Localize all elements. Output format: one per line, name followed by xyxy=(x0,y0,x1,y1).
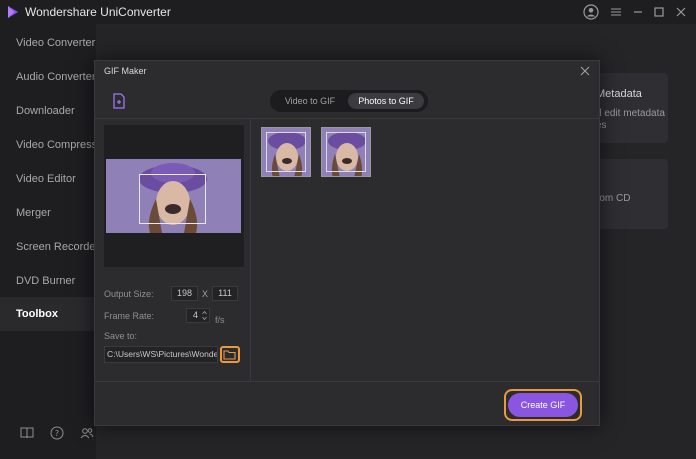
frame-rate-stepper[interactable]: 4 xyxy=(186,308,210,323)
gif-maker-dialog: GIF Maker Video to GIF Photos to GIF Out… xyxy=(94,60,600,426)
output-height-input[interactable]: 111 xyxy=(212,286,238,301)
tab-photos-to-gif[interactable]: Photos to GIF xyxy=(348,93,424,109)
save-path-field[interactable]: C:\Users\WS\Pictures\Wonde xyxy=(104,346,218,363)
panel-divider xyxy=(250,118,251,381)
sidebar-item-merger[interactable]: Merger xyxy=(0,196,96,230)
frame-rate-value: 4 xyxy=(193,310,199,320)
browse-folder-button[interactable] xyxy=(220,346,240,363)
cd-ripper-tool-card[interactable]: r rom CD xyxy=(596,159,668,229)
cd-card-desc: rom CD xyxy=(596,193,631,204)
maximize-icon[interactable] xyxy=(650,3,668,21)
thumbnail-crop-frame xyxy=(326,132,366,172)
user-icon[interactable] xyxy=(582,3,600,21)
sidebar-item-toolbox[interactable]: Toolbox xyxy=(0,297,96,331)
community-icon[interactable] xyxy=(80,426,94,440)
menu-icon[interactable] xyxy=(607,3,625,21)
sidebar-item-dvd-burner[interactable]: DVD Burner xyxy=(0,264,96,298)
stepper-arrows-icon[interactable] xyxy=(202,310,207,321)
sidebar-item-downloader[interactable]: Downloader xyxy=(0,94,96,128)
size-separator: X xyxy=(202,289,209,299)
sidebar-item-video-compressor[interactable]: Video Compressor xyxy=(0,128,96,162)
dialog-header: GIF Maker xyxy=(95,61,599,83)
app-title: Wondershare UniConverter xyxy=(25,5,171,19)
minimize-icon[interactable] xyxy=(629,3,647,21)
output-size-label: Output Size: xyxy=(104,289,154,299)
dialog-close-icon[interactable] xyxy=(579,65,591,77)
sidebar-item-screen-recorder[interactable]: Screen Recorder xyxy=(0,230,96,264)
save-to-label: Save to: xyxy=(104,331,138,341)
sidebar: Video Converter Audio Converter Download… xyxy=(0,24,96,459)
book-icon[interactable] xyxy=(20,426,34,440)
preview-image xyxy=(106,159,241,233)
footer-divider xyxy=(95,381,599,382)
thumbnail-crop-frame xyxy=(266,132,306,172)
header-divider xyxy=(95,118,599,119)
photo-thumbnail[interactable] xyxy=(261,127,311,177)
sidebar-item-video-converter[interactable]: Video Converter xyxy=(0,26,96,60)
create-gif-button[interactable]: Create GIF xyxy=(508,393,578,417)
frame-rate-unit: f/s xyxy=(215,315,225,325)
svg-text:?: ? xyxy=(55,429,59,438)
metadata-card-title: Metadata xyxy=(596,88,642,100)
sidebar-item-video-editor[interactable]: Video Editor xyxy=(0,162,96,196)
conversion-mode-tabs: Video to GIF Photos to GIF xyxy=(270,90,428,112)
dialog-title: GIF Maker xyxy=(104,66,147,76)
tab-video-to-gif[interactable]: Video to GIF xyxy=(274,93,346,109)
sidebar-item-audio-converter[interactable]: Audio Converter xyxy=(0,60,96,94)
metadata-card-desc: d edit metadata xyxy=(596,108,665,119)
crop-frame[interactable] xyxy=(139,174,206,224)
title-bar: Wondershare UniConverter xyxy=(0,0,696,24)
uniconverter-logo-icon xyxy=(8,6,18,18)
gif-preview xyxy=(104,125,244,267)
frame-rate-label: Frame Rate: xyxy=(104,311,155,321)
folder-icon xyxy=(223,350,236,360)
help-icon[interactable]: ? xyxy=(50,426,64,440)
add-file-icon[interactable] xyxy=(112,93,126,109)
photo-thumbnail[interactable] xyxy=(321,127,371,177)
metadata-tool-card[interactable]: Metadata d edit metadata es xyxy=(596,73,668,143)
close-icon[interactable] xyxy=(672,3,690,21)
output-width-input[interactable]: 198 xyxy=(171,286,198,301)
